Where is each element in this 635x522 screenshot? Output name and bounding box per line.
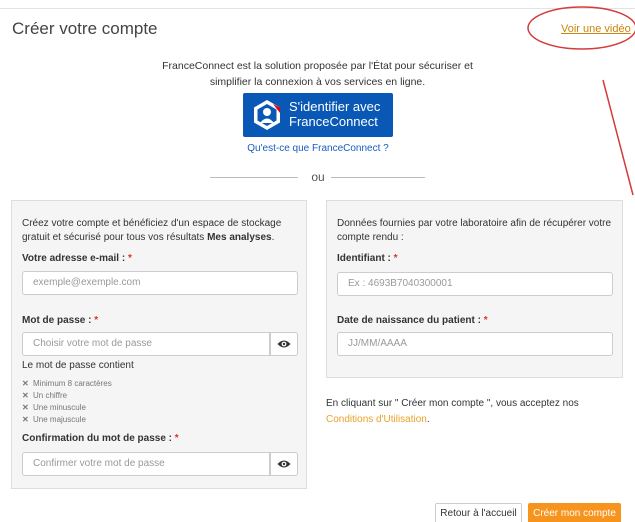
email-input[interactable]: exemple@exemple.com [22, 271, 298, 295]
show-password-button[interactable] [270, 332, 298, 356]
terms-link[interactable]: Conditions d'Utilisation [326, 414, 427, 425]
cross-icon: ✕ [22, 391, 29, 400]
franceconnect-logo-icon [254, 100, 280, 130]
confirm-password-input[interactable]: Confirmer votre mot de passe [22, 452, 270, 476]
back-home-button[interactable]: Retour à l'accueil [435, 503, 522, 522]
video-link[interactable]: Voir une vidéo [561, 23, 631, 35]
cross-icon: ✕ [22, 403, 29, 412]
intro-line-2: simplifier la connexion à vos services e… [209, 76, 426, 88]
annotation-arrow-line [602, 79, 634, 196]
lab-intro: Données fournies par votre laboratoire a… [337, 218, 612, 243]
intro-bold: Mes analyses [207, 232, 272, 243]
lab-panel: Données fournies par votre laboratoire a… [326, 200, 623, 378]
header-divider [0, 8, 635, 9]
password-rule: ✕ Minimum 8 caractères [22, 379, 112, 388]
identifier-label: Identifiant : * [337, 253, 398, 264]
franceconnect-line-2: FranceConnect [289, 114, 378, 129]
show-confirm-password-button[interactable] [270, 452, 298, 476]
page-title: Créer votre compte [12, 19, 158, 38]
create-account-button[interactable]: Créer mon compte [528, 503, 621, 522]
franceconnect-info-link[interactable]: Qu'est-ce que FranceConnect ? [230, 143, 406, 154]
or-divider-left [210, 177, 298, 178]
password-input[interactable]: Choisir votre mot de passe [22, 332, 270, 356]
cross-icon: ✕ [22, 379, 29, 388]
confirm-password-label: Confirmation du mot de passe : * [22, 433, 179, 444]
or-separator: ou [311, 170, 325, 184]
account-panel: Créez votre compte et bénéficiez d'un es… [11, 200, 307, 489]
intro-line-1: FranceConnect est la solution proposée p… [162, 60, 473, 72]
eye-icon [277, 460, 291, 468]
password-label: Mot de passe : * [22, 315, 99, 326]
franceconnect-button[interactable]: S'identifier avec FranceConnect [243, 93, 393, 137]
password-rule: ✕ Un chiffre [22, 391, 68, 400]
birthdate-label: Date de naissance du patient : * [337, 315, 488, 326]
cross-icon: ✕ [22, 415, 29, 424]
franceconnect-line-1: S'identifier avec [289, 99, 381, 114]
eye-icon [277, 340, 291, 348]
password-rule: ✕ Une majuscule [22, 415, 86, 424]
franceconnect-intro: FranceConnect est la solution proposée p… [150, 58, 485, 90]
franceconnect-button-text: S'identifier avec FranceConnect [289, 99, 380, 129]
account-intro: Créez votre compte et bénéficiez d'un es… [22, 218, 282, 243]
birthdate-input[interactable]: JJ/MM/AAAA [337, 332, 613, 356]
password-rules-title: Le mot de passe contient [22, 360, 134, 371]
password-rule: ✕ Une minuscule [22, 403, 86, 412]
or-divider-right [331, 177, 425, 178]
email-label: Votre adresse e-mail : * [22, 253, 132, 264]
identifier-input[interactable]: Ex : 4693B7040300001 [337, 272, 613, 296]
consent-text: En cliquant sur " Créer mon compte ", vo… [326, 398, 579, 425]
